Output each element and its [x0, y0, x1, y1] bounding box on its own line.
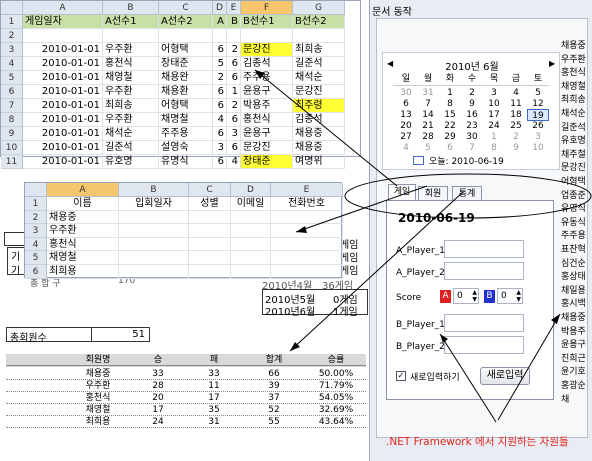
caption: .NET Framework 에서 지원하는 자원들 [386, 436, 569, 448]
tab-highlight-ellipse [344, 173, 592, 219]
arrow-head-icon [255, 70, 265, 79]
arrow-line [439, 333, 497, 423]
arrow-line [289, 191, 464, 352]
arrow-line [497, 313, 561, 421]
arrow-head-icon [440, 334, 448, 343]
arrow-line [254, 69, 398, 187]
arrow-line [295, 185, 428, 233]
arrow-head-icon [296, 226, 307, 233]
arrow-head-icon [551, 314, 560, 324]
annotation-overlay [254, 69, 592, 423]
